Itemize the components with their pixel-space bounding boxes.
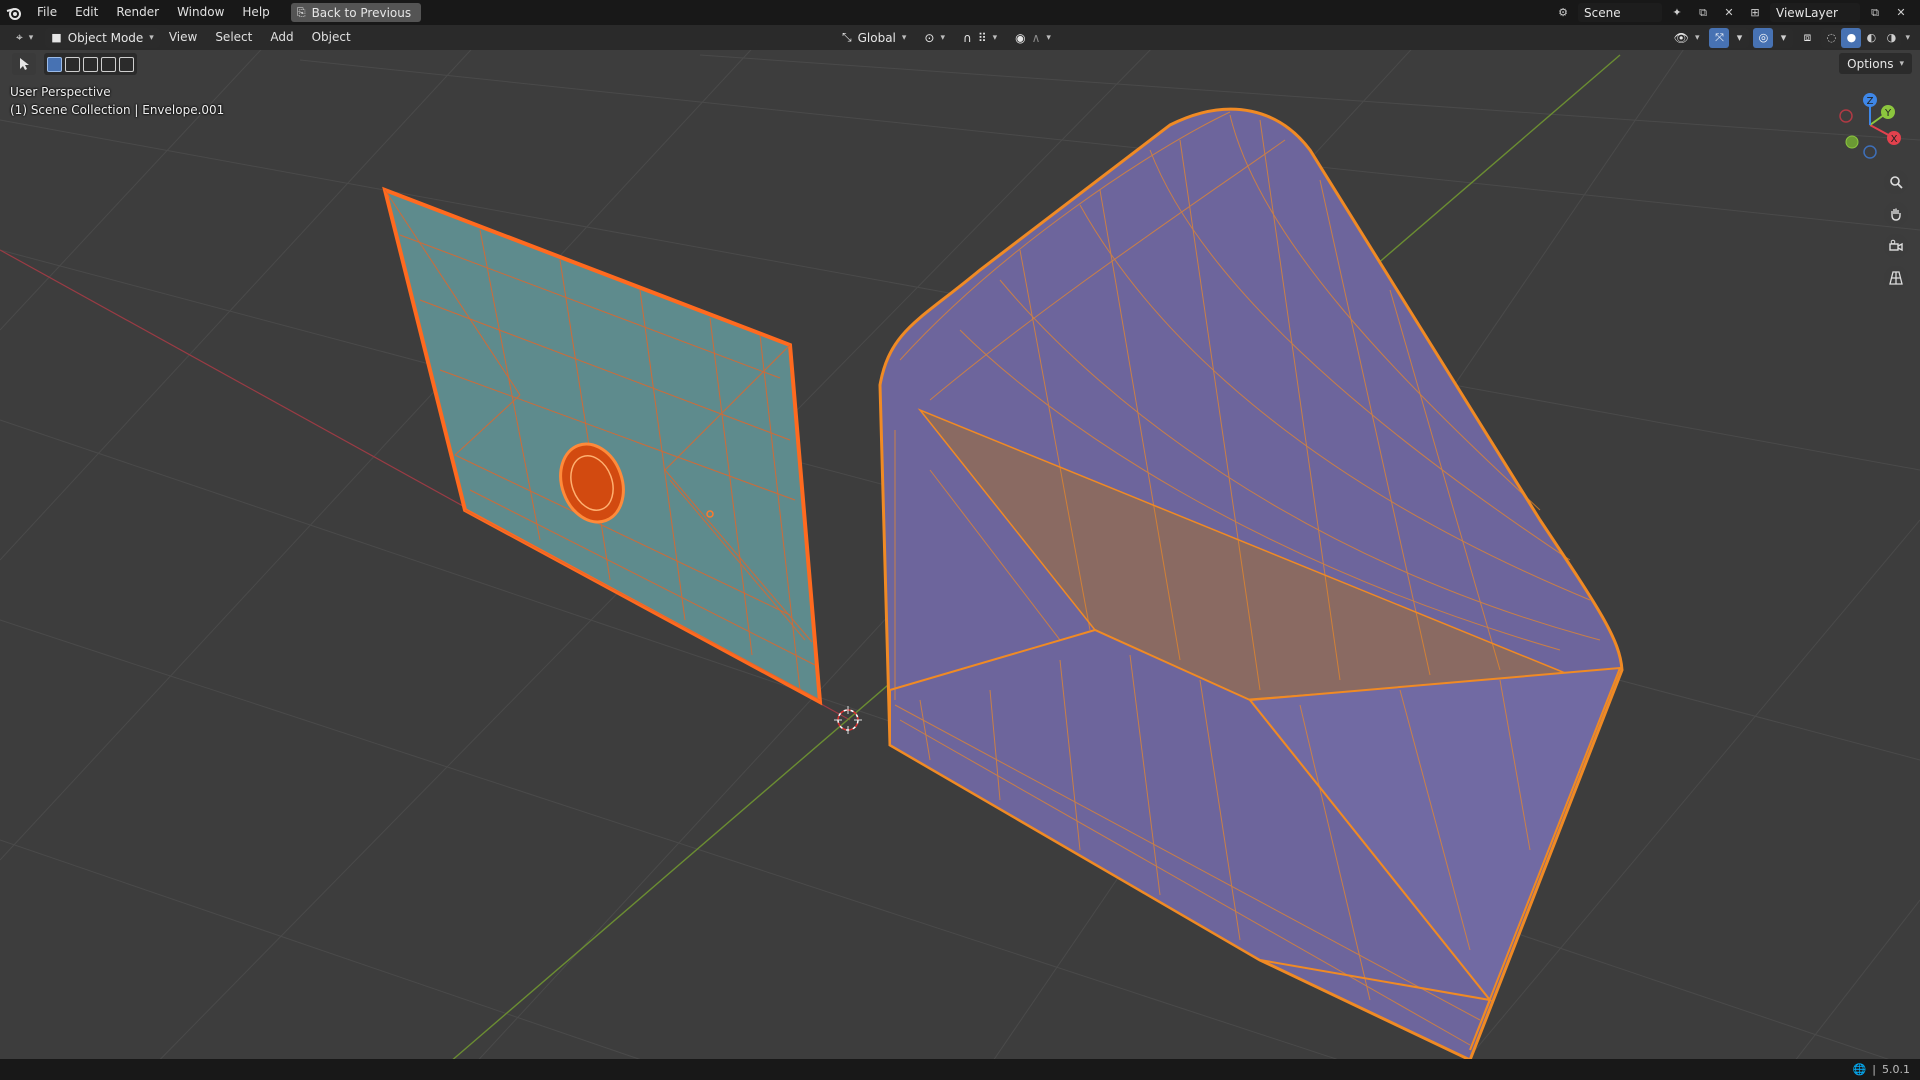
delete-view-layer-icon[interactable]: ✕ bbox=[1890, 3, 1912, 22]
object-mode-dropdown[interactable]: ■ Object Mode ▾ bbox=[45, 27, 160, 48]
proportional-editing-icon: ◉ bbox=[1015, 30, 1026, 45]
pivot-point-dropdown[interactable]: ⊙ ▾ bbox=[918, 28, 951, 48]
overlays-icon[interactable]: ◎ bbox=[1753, 27, 1774, 48]
chevron-down-icon: ▾ bbox=[992, 32, 998, 43]
chevron-down-icon: ▾ bbox=[901, 32, 907, 43]
material-preview-shading-icon[interactable]: ◐ bbox=[1861, 28, 1881, 48]
gizmo-options-chevron-icon[interactable]: ▾ bbox=[1729, 28, 1749, 48]
transform-orientation-dropdown[interactable]: ⤡ Global ▾ bbox=[836, 28, 912, 48]
new-view-layer-icon[interactable]: ⧉ bbox=[1864, 3, 1886, 22]
scene-name: Scene bbox=[1584, 5, 1621, 20]
delete-scene-icon[interactable]: ✕ bbox=[1718, 3, 1740, 22]
editor-type-icon: ⌖ bbox=[16, 30, 23, 44]
chevron-down-icon: ▾ bbox=[1046, 32, 1051, 43]
editor-type-dropdown[interactable]: ⌖ ▾ bbox=[10, 28, 39, 48]
shading-options-chevron-icon[interactable]: ▾ bbox=[1905, 33, 1910, 43]
blender-window: File Edit Render Window Help ⎘ Back to P… bbox=[0, 0, 1920, 1080]
menu-edit[interactable]: Edit bbox=[66, 0, 107, 25]
solid-shading-icon[interactable]: ● bbox=[1841, 27, 1862, 48]
menu-help[interactable]: Help bbox=[233, 0, 278, 25]
back-icon: ⎘ bbox=[296, 5, 306, 19]
object-mode-icon: ■ bbox=[51, 31, 62, 44]
viewport-header-right: 👁 ▾ ⤧ ▾ ◎ ▾ ⧈ ◌ ● ◐ ◑ ▾ bbox=[1668, 27, 1910, 48]
snap-grid-icon: ⠿ bbox=[977, 30, 987, 45]
view-layer-selector-icon[interactable]: ⊞ bbox=[1744, 3, 1766, 22]
rendered-shading-icon[interactable]: ◑ bbox=[1881, 28, 1901, 48]
overlay-toggle-group: ◎ ▾ bbox=[1753, 27, 1794, 48]
menu-view[interactable]: View bbox=[160, 25, 206, 50]
status-bar: 🌐 | 5.0.1 bbox=[0, 1059, 1920, 1080]
gizmo-toggle-icon[interactable]: ⤧ bbox=[1709, 27, 1730, 48]
zoom-icon[interactable] bbox=[1884, 170, 1908, 194]
falloff-icon: ∧ bbox=[1031, 30, 1041, 45]
pivot-icon: ⊙ bbox=[924, 30, 935, 45]
transform-controls: ⤡ Global ▾ ⊙ ▾ ∩ ⠿ ▾ ◉ ∧ ▾ bbox=[836, 27, 1057, 48]
view-layer-field[interactable]: ViewLayer bbox=[1770, 3, 1860, 22]
menu-file[interactable]: File bbox=[28, 0, 66, 25]
proportional-editing-dropdown[interactable]: ◉ ∧ ▾ bbox=[1009, 28, 1057, 48]
tool-settings-row bbox=[12, 53, 137, 75]
back-label: Back to Previous bbox=[311, 5, 412, 20]
camera-view-icon[interactable] bbox=[1884, 234, 1908, 258]
viewport-header: ⌖ ▾ ■ Object Mode ▾ View Select Add Objec… bbox=[0, 25, 1920, 50]
orientation-icon: ⤡ bbox=[842, 30, 852, 44]
menu-select[interactable]: Select bbox=[206, 25, 261, 50]
top-menu-bar: File Edit Render Window Help ⎘ Back to P… bbox=[0, 0, 1920, 25]
gizmo-toggle-group: ⤧ ▾ bbox=[1709, 27, 1750, 48]
select-subtract-icon[interactable] bbox=[83, 56, 98, 72]
topbar-right-controls: ⚙ Scene ✦ ⧉ ✕ ⊞ ViewLayer ⧉ ✕ bbox=[1552, 0, 1920, 25]
gizmo-y-label: Y bbox=[1884, 108, 1892, 119]
chevron-down-icon: ▾ bbox=[149, 32, 154, 43]
options-dropdown[interactable]: Options ▾ bbox=[1839, 53, 1912, 74]
navigation-gizmo[interactable]: X Y Z bbox=[1830, 90, 1910, 170]
viewport-perspective-label: User Perspective bbox=[10, 85, 111, 99]
pin-icon[interactable]: ✦ bbox=[1666, 3, 1688, 22]
chevron-down-icon: ▾ bbox=[1899, 58, 1904, 69]
3d-viewport[interactable] bbox=[0, 0, 1920, 1080]
globe-icon[interactable]: 🌐 bbox=[1853, 1063, 1867, 1076]
menu-render[interactable]: Render bbox=[107, 0, 168, 25]
back-to-previous-button[interactable]: ⎘ Back to Previous bbox=[290, 3, 422, 22]
menu-object[interactable]: Object bbox=[303, 25, 360, 50]
new-scene-icon[interactable]: ⧉ bbox=[1692, 3, 1714, 22]
select-extend-icon[interactable] bbox=[65, 56, 80, 72]
snap-magnet-icon: ∩ bbox=[963, 30, 972, 45]
selection-mode-group bbox=[44, 53, 137, 75]
gizmo-z-label: Z bbox=[1867, 96, 1874, 107]
wireframe-shading-icon[interactable]: ◌ bbox=[1821, 28, 1841, 48]
overlays-options-chevron-icon[interactable]: ▾ bbox=[1773, 28, 1793, 48]
shading-mode-group: ◌ ● ◐ ◑ bbox=[1821, 27, 1902, 48]
perspective-toggle-icon[interactable] bbox=[1884, 266, 1908, 290]
options-label: Options bbox=[1847, 56, 1894, 71]
blender-version: 5.0.1 bbox=[1882, 1063, 1910, 1076]
chevron-down-icon: ▾ bbox=[940, 32, 946, 43]
object-mode-label: Object Mode bbox=[67, 30, 144, 45]
xray-toggle-icon[interactable]: ⧈ bbox=[1797, 28, 1817, 48]
gizmo-x-label: X bbox=[1891, 134, 1898, 145]
select-new-icon[interactable] bbox=[47, 56, 62, 72]
status-separator: | bbox=[1872, 1063, 1876, 1076]
snap-dropdown[interactable]: ∩ ⠿ ▾ bbox=[957, 28, 1003, 48]
pan-hand-icon[interactable] bbox=[1884, 202, 1908, 226]
select-invert-icon[interactable] bbox=[101, 56, 116, 72]
menu-add[interactable]: Add bbox=[261, 25, 302, 50]
visibility-dropdown[interactable]: 👁 ▾ bbox=[1668, 28, 1706, 48]
chevron-down-icon: ▾ bbox=[28, 32, 34, 43]
select-tool-icon[interactable] bbox=[12, 53, 36, 75]
collection-info-label: (1) Scene Collection | Envelope.001 bbox=[10, 103, 225, 117]
scene-name-field[interactable]: Scene bbox=[1578, 3, 1662, 22]
chevron-down-icon: ▾ bbox=[1694, 32, 1700, 43]
navigation-buttons bbox=[1884, 170, 1908, 290]
orientation-label: Global bbox=[857, 30, 896, 45]
view-layer-name: ViewLayer bbox=[1776, 5, 1838, 20]
scene-selector-icon[interactable]: ⚙ bbox=[1552, 3, 1574, 22]
select-intersect-icon[interactable] bbox=[119, 56, 134, 72]
menu-window[interactable]: Window bbox=[168, 0, 233, 25]
blender-logo-icon[interactable] bbox=[0, 0, 28, 25]
eye-icon: 👁 bbox=[1673, 30, 1689, 45]
